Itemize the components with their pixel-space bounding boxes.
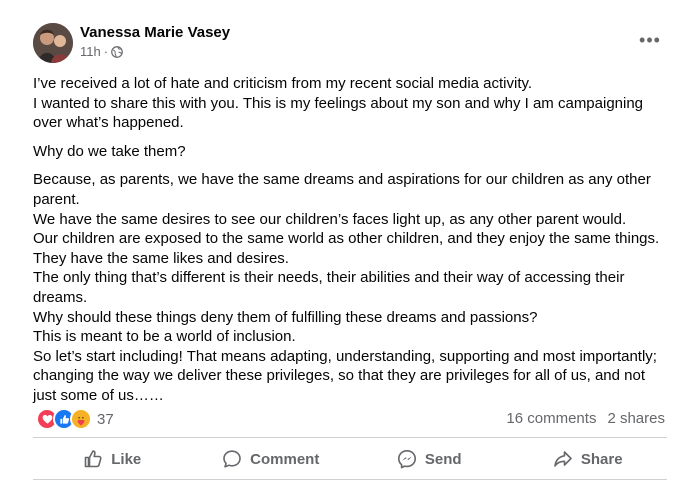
divider — [33, 437, 667, 438]
send-label: Send — [424, 450, 462, 468]
meta-separator: · — [103, 44, 109, 59]
reactions-summary[interactable]: 37 — [36, 408, 114, 430]
share-label: Share — [580, 450, 623, 468]
like-label: Like — [111, 450, 142, 468]
reaction-count[interactable]: 37 — [97, 411, 114, 428]
action-bar: Like Comment Send Share — [33, 440, 667, 478]
messenger-icon — [397, 450, 416, 469]
divider — [33, 479, 667, 480]
comment-button[interactable]: Comment — [192, 440, 351, 478]
engagement-counts: 16 comments 2 shares — [506, 410, 665, 427]
author-name[interactable]: Vanessa Marie Vasey — [80, 24, 230, 41]
more-options-icon[interactable]: ••• — [637, 30, 663, 50]
post-paragraph: Because, as parents, we have the same dr… — [33, 171, 660, 404]
thumbs-up-icon — [84, 450, 102, 468]
comment-icon — [223, 450, 241, 468]
send-button[interactable]: Send — [350, 440, 509, 478]
post-paragraph: Why do we take them? — [33, 142, 186, 160]
post-body: I’ve received a lot of hate and criticis… — [33, 74, 663, 406]
author-avatar[interactable] — [33, 23, 73, 63]
post-meta: 11h · — [80, 44, 123, 59]
like-button[interactable]: Like — [33, 440, 192, 478]
post-timestamp[interactable]: 11h — [80, 44, 101, 59]
care-reaction-icon — [70, 408, 92, 430]
globe-icon[interactable] — [111, 45, 123, 58]
comment-label: Comment — [250, 450, 320, 468]
share-button[interactable]: Share — [509, 440, 668, 478]
share-icon — [554, 451, 572, 467]
post-card: Vanessa Marie Vasey 11h · ••• I’ve recei… — [0, 0, 700, 500]
shares-count[interactable]: 2 shares — [607, 410, 665, 427]
comments-count[interactable]: 16 comments — [506, 410, 596, 427]
post-paragraph: I’ve received a lot of hate and criticis… — [33, 75, 644, 132]
